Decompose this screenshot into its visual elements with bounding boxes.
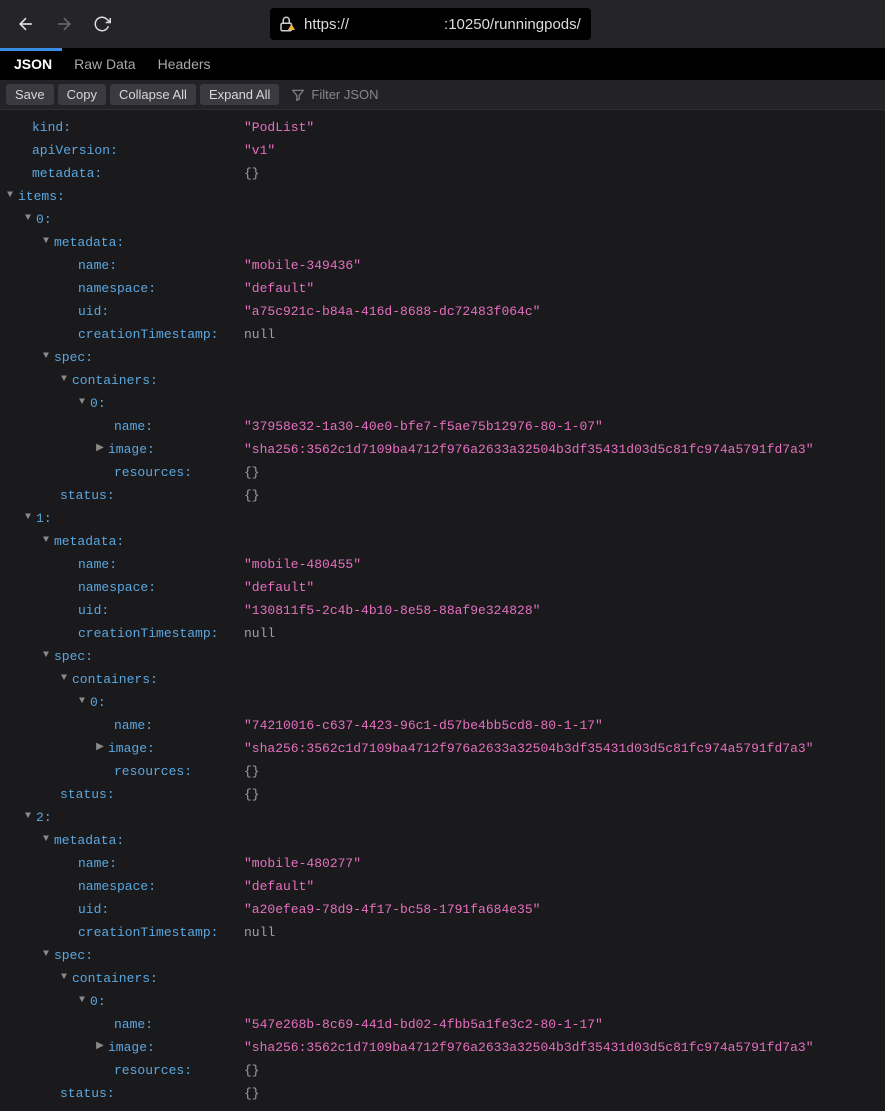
json-row[interactable]: resources: {} (4, 760, 881, 783)
json-row[interactable]: creationTimestamp: null (4, 622, 881, 645)
browser-navbar: https://:10250/runningpods/ (0, 0, 885, 48)
json-row[interactable]: namespace: "default" (4, 576, 881, 599)
expand-all-button[interactable]: Expand All (200, 84, 279, 105)
caret-icon[interactable] (76, 391, 88, 414)
json-row[interactable]: apiVersion: "v1" (4, 139, 881, 162)
caret-icon[interactable] (58, 966, 70, 989)
url-redacted-host (349, 17, 444, 31)
caret-icon[interactable] (40, 644, 52, 667)
json-row[interactable]: uid: "130811f5-2c4b-4b10-8e58-88af9e3248… (4, 599, 881, 622)
json-row[interactable]: name: "mobile-480455" (4, 553, 881, 576)
json-row[interactable]: image: "sha256:3562c1d7109ba4712f976a263… (4, 438, 881, 461)
json-row[interactable]: status: {} (4, 1082, 881, 1105)
json-toolbar: Save Copy Collapse All Expand All Filter… (0, 80, 885, 110)
devtools-tabs: JSON Raw Data Headers (0, 48, 885, 80)
json-row[interactable]: namespace: "default" (4, 875, 881, 898)
json-row[interactable]: metadata: (4, 231, 881, 254)
tab-json[interactable]: JSON (14, 56, 52, 72)
caret-icon[interactable] (94, 736, 106, 759)
json-row[interactable]: 2: (4, 806, 881, 829)
caret-icon[interactable] (40, 529, 52, 552)
save-button[interactable]: Save (6, 84, 54, 105)
json-row[interactable]: 0: (4, 392, 881, 415)
json-row[interactable]: image: "sha256:3562c1d7109ba4712f976a263… (4, 737, 881, 760)
caret-icon[interactable] (76, 690, 88, 713)
collapse-all-button[interactable]: Collapse All (110, 84, 196, 105)
json-row[interactable]: containers: (4, 668, 881, 691)
json-row[interactable]: items: (4, 185, 881, 208)
reload-button[interactable] (86, 8, 118, 40)
caret-icon[interactable] (22, 506, 34, 529)
json-row[interactable]: containers: (4, 369, 881, 392)
json-row[interactable]: spec: (4, 944, 881, 967)
json-row[interactable]: name: "mobile-349436" (4, 254, 881, 277)
json-row[interactable]: metadata: (4, 829, 881, 852)
json-row[interactable]: namespace: "default" (4, 277, 881, 300)
json-row[interactable]: containers: (4, 967, 881, 990)
json-row[interactable]: uid: "a20efea9-78d9-4f17-bc58-1791fa684e… (4, 898, 881, 921)
json-row[interactable]: spec: (4, 645, 881, 668)
caret-icon[interactable] (40, 230, 52, 253)
json-row[interactable]: status: {} (4, 783, 881, 806)
json-row[interactable]: resources: {} (4, 461, 881, 484)
caret-icon[interactable] (76, 989, 88, 1012)
caret-icon[interactable] (94, 437, 106, 460)
json-row[interactable]: kind: "PodList" (4, 116, 881, 139)
json-row[interactable]: uid: "a75c921c-b84a-416d-8688-dc72483f06… (4, 300, 881, 323)
json-row[interactable]: 0: (4, 691, 881, 714)
json-row[interactable]: creationTimestamp: null (4, 323, 881, 346)
json-row[interactable]: creationTimestamp: null (4, 921, 881, 944)
caret-icon[interactable] (40, 943, 52, 966)
json-row[interactable]: name: "mobile-480277" (4, 852, 881, 875)
caret-icon[interactable] (58, 667, 70, 690)
json-row[interactable]: name: "37958e32-1a30-40e0-bfe7-f5ae75b12… (4, 415, 881, 438)
tab-raw-data[interactable]: Raw Data (74, 56, 135, 72)
json-row[interactable]: image: "sha256:3562c1d7109ba4712f976a263… (4, 1036, 881, 1059)
caret-icon[interactable] (40, 828, 52, 851)
json-row[interactable]: 0: (4, 990, 881, 1013)
json-row[interactable]: metadata: {} (4, 162, 881, 185)
caret-icon[interactable] (22, 207, 34, 230)
caret-icon[interactable] (4, 184, 16, 207)
url-bar[interactable]: https://:10250/runningpods/ (270, 8, 591, 40)
json-row[interactable]: 1: (4, 507, 881, 530)
caret-icon[interactable] (58, 368, 70, 391)
json-row[interactable]: name: "547e268b-8c69-441d-bd02-4fbb5a1fe… (4, 1013, 881, 1036)
json-viewer: kind: "PodList" apiVersion: "v1" metadat… (0, 110, 885, 1111)
copy-button[interactable]: Copy (58, 84, 106, 105)
filter-json-placeholder: Filter JSON (311, 87, 378, 102)
json-row[interactable]: metadata: (4, 530, 881, 553)
caret-icon[interactable] (94, 1035, 106, 1058)
lock-warning-icon (278, 15, 296, 33)
json-row[interactable]: spec: (4, 346, 881, 369)
url-text: https://:10250/runningpods/ (304, 16, 581, 33)
json-row[interactable]: name: "74210016-c637-4423-96c1-d57be4bb5… (4, 714, 881, 737)
json-row[interactable]: status: {} (4, 484, 881, 507)
json-row[interactable]: resources: {} (4, 1059, 881, 1082)
forward-button[interactable] (48, 8, 80, 40)
caret-icon[interactable] (40, 345, 52, 368)
json-row[interactable]: 0: (4, 208, 881, 231)
back-button[interactable] (10, 8, 42, 40)
caret-icon[interactable] (22, 805, 34, 828)
tab-headers[interactable]: Headers (158, 56, 211, 72)
filter-json[interactable]: Filter JSON (283, 87, 386, 102)
